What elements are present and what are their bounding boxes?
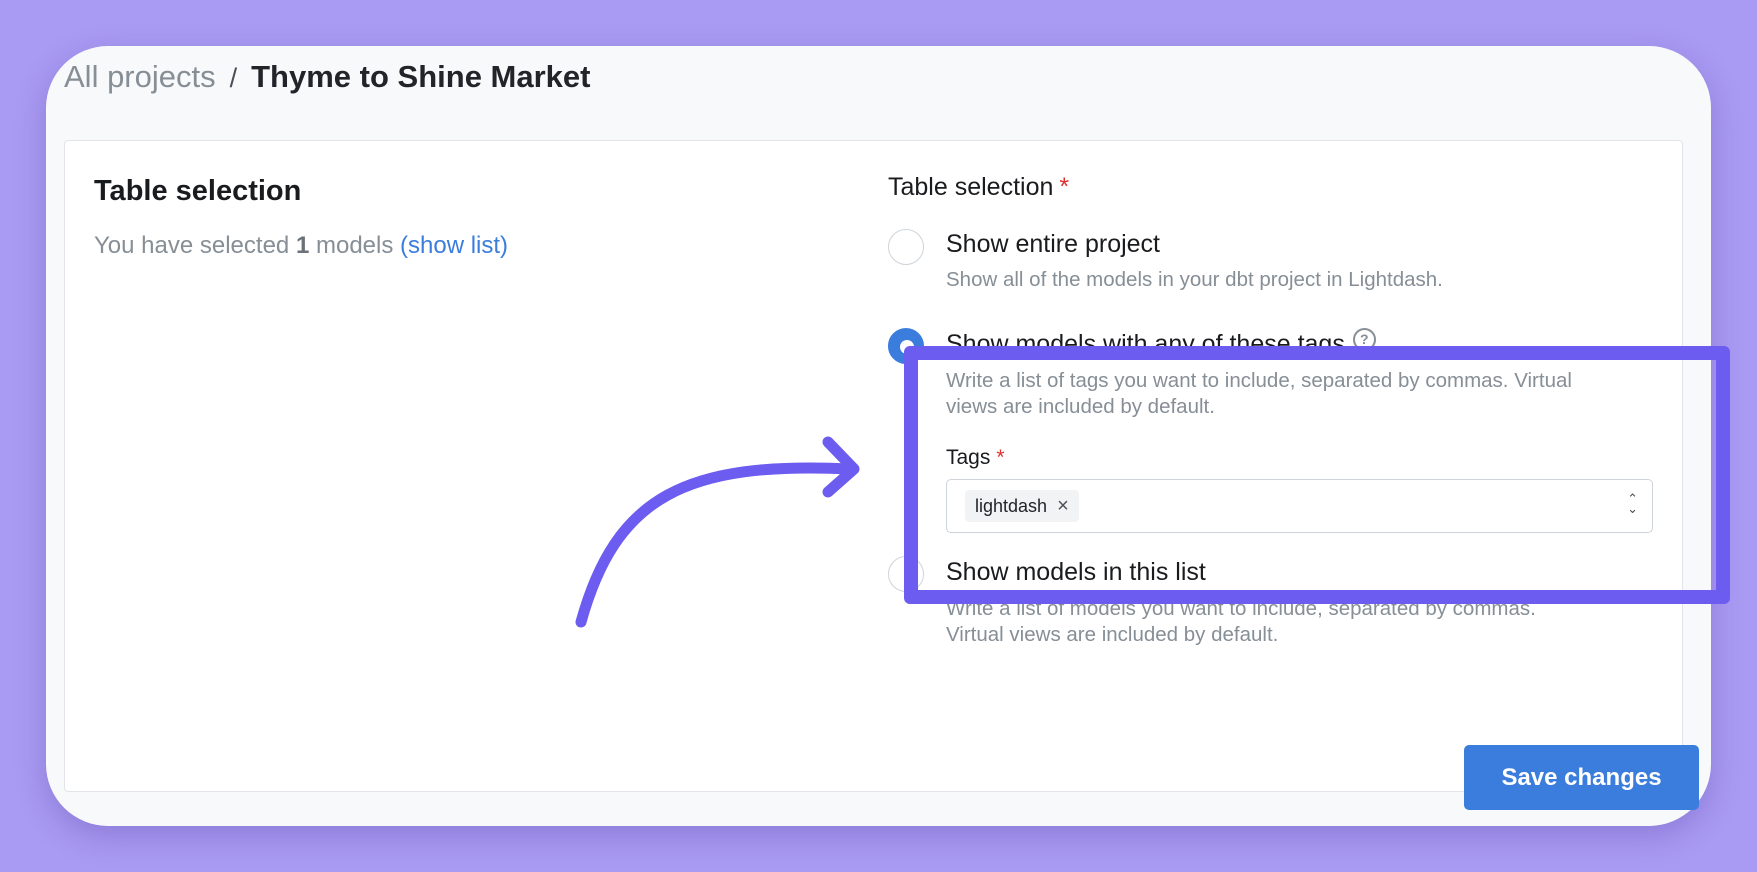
tags-required-asterisk: *	[996, 446, 1005, 469]
breadcrumb: All projects / Thyme to Shine Market	[64, 59, 590, 95]
radio-show-models-in-list[interactable]	[888, 556, 924, 592]
option-desc-tags-line2: views are included by default.	[946, 395, 1215, 418]
help-icon[interactable]: ?	[1352, 328, 1376, 351]
option-desc-tags-line1: Write a list of tags you want to include…	[946, 369, 1572, 392]
selected-count: 1	[295, 232, 310, 259]
field-label: Table selection	[888, 173, 1054, 201]
curved-arrow-icon	[575, 436, 860, 628]
show-list-link[interactable]: (show list)	[400, 232, 508, 259]
summary-prefix: You have selected	[94, 232, 290, 259]
tags-label-text: Tags	[946, 446, 991, 469]
tags-multiselect-input[interactable]: lightdash × ⌃ ⌄	[946, 479, 1653, 533]
tag-pill: lightdash ×	[965, 490, 1079, 522]
option-label-tags[interactable]: Show models with any of these tags?	[946, 328, 1376, 359]
breadcrumb-all-projects-link[interactable]: All projects	[64, 59, 216, 95]
chevron-up-down-icon[interactable]: ⌃ ⌄	[1627, 492, 1638, 515]
option-desc-list-line2: Virtual views are included by default.	[946, 623, 1279, 646]
breadcrumb-separator: /	[229, 63, 238, 93]
option-label-models-list[interactable]: Show models in this list	[946, 558, 1206, 587]
breadcrumb-current-project: Thyme to Shine Market	[251, 59, 591, 94]
save-changes-button[interactable]: Save changes	[1464, 745, 1699, 810]
option-label-tags-text: Show models with any of these tags	[946, 330, 1345, 358]
option-desc-list-line1: Write a list of models you want to inclu…	[946, 597, 1536, 620]
option-desc-tags: Write a list of tags you want to include…	[946, 368, 1572, 420]
radio-show-models-with-tags[interactable]	[888, 328, 924, 364]
tag-pill-label: lightdash	[975, 495, 1048, 516]
selection-summary: You have selected 1 models (show list)	[94, 232, 508, 260]
option-label-entire-project[interactable]: Show entire project	[946, 230, 1160, 259]
required-asterisk: *	[1059, 173, 1070, 201]
tags-field-label: Tags *	[946, 446, 1005, 470]
table-selection-card: Table selection You have selected 1 mode…	[64, 140, 1683, 792]
section-title: Table selection	[94, 175, 302, 207]
option-desc-entire-project: Show all of the models in your dbt proje…	[946, 268, 1443, 291]
remove-tag-icon[interactable]: ×	[1057, 495, 1069, 518]
app-window: All projects / Thyme to Shine Market Tab…	[46, 46, 1730, 826]
option-desc-models-list: Write a list of models you want to inclu…	[946, 596, 1536, 648]
radio-show-entire-project[interactable]	[888, 229, 924, 265]
table-selection-label: Table selection *	[888, 173, 1069, 202]
summary-suffix: models	[315, 232, 394, 259]
